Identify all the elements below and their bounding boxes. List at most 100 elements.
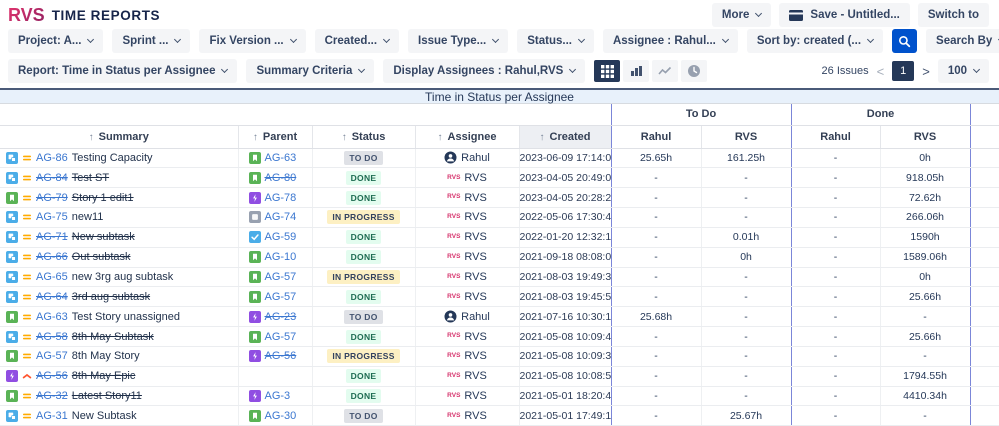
issue-type-filter[interactable]: Issue Type... bbox=[408, 29, 509, 53]
parent-key-link[interactable]: AG-78 bbox=[265, 192, 297, 204]
issue-key-link[interactable]: AG-71 bbox=[36, 231, 68, 243]
issue-key-link[interactable]: AG-31 bbox=[36, 410, 68, 422]
avatar: RVS bbox=[447, 193, 461, 201]
story-icon bbox=[248, 251, 261, 264]
priority-medium-icon bbox=[22, 411, 32, 421]
issue-summary: New subtask bbox=[71, 231, 135, 244]
issue-summary: New Subtask bbox=[71, 409, 137, 422]
search-button[interactable] bbox=[892, 29, 918, 53]
avatar: RVS bbox=[447, 371, 461, 379]
bar-chart-view-button[interactable] bbox=[623, 60, 650, 82]
summary-criteria-selector[interactable]: Summary Criteria bbox=[246, 59, 375, 83]
parent-key-link[interactable]: AG-10 bbox=[265, 251, 297, 263]
priority-medium-icon bbox=[22, 252, 32, 262]
created-date: 2021-05-08 10:09:30 bbox=[518, 346, 612, 367]
parent-key-link[interactable]: AG-3 bbox=[265, 390, 291, 402]
todo-rvs-value: - bbox=[700, 326, 792, 347]
time-view-button[interactable] bbox=[681, 60, 708, 82]
parent-key-link[interactable]: AG-74 bbox=[265, 211, 297, 223]
issue-key-link[interactable]: AG-84 bbox=[36, 172, 68, 184]
sprint-filter[interactable]: Sprint ... bbox=[112, 29, 191, 53]
priority-medium-icon bbox=[22, 232, 32, 242]
issue-key-link[interactable]: AG-75 bbox=[36, 211, 68, 223]
view-toggle-group bbox=[594, 60, 708, 82]
subtask-icon bbox=[6, 270, 18, 283]
column-header-assignee[interactable]: ↑ Assignee bbox=[414, 125, 519, 149]
parent-key-link[interactable]: AG-63 bbox=[265, 152, 297, 164]
line-chart-view-button[interactable] bbox=[652, 60, 679, 82]
column-header-done-rahul: Rahul bbox=[790, 125, 881, 149]
assignee-name: RVS bbox=[464, 231, 487, 244]
grid-view-button[interactable] bbox=[594, 60, 621, 82]
parent-key-link[interactable]: AG-80 bbox=[265, 172, 297, 184]
switch-to-button[interactable]: Switch to bbox=[917, 3, 989, 27]
app-title: Time Reports bbox=[51, 7, 161, 23]
parent-key-link[interactable]: AG-57 bbox=[265, 271, 297, 283]
parent-key-link[interactable]: AG-56 bbox=[265, 350, 297, 362]
filter-bar: Project: A... Sprint ... Fix Version ...… bbox=[0, 28, 999, 58]
chevron-down-icon bbox=[221, 65, 229, 74]
issue-key-link[interactable]: AG-64 bbox=[36, 291, 68, 303]
created-date: 2021-05-08 10:08:57 bbox=[518, 366, 612, 387]
issue-key-link[interactable]: AG-63 bbox=[36, 311, 68, 323]
avatar: RVS bbox=[447, 352, 461, 360]
issue-key-link[interactable]: AG-32 bbox=[36, 390, 68, 402]
column-header-status[interactable]: ↑ Status bbox=[311, 125, 415, 149]
issue-key-link[interactable]: AG-66 bbox=[36, 251, 68, 263]
column-header-parent[interactable]: ↑ Parent bbox=[237, 125, 312, 149]
todo-rahul-value: - bbox=[610, 286, 702, 308]
assignee-name: RVS bbox=[464, 211, 487, 224]
assignee-filter[interactable]: Assignee : Rahul... bbox=[602, 29, 738, 53]
done-rahul-value: - bbox=[790, 405, 881, 426]
subtask-icon bbox=[6, 171, 18, 184]
parent-key-link[interactable]: AG-59 bbox=[265, 231, 297, 243]
status-filter[interactable]: Status... bbox=[517, 29, 594, 53]
sort-by-filter[interactable]: Sort by: created (... bbox=[746, 29, 884, 53]
grid-icon bbox=[600, 64, 614, 78]
status-badge: TO DO bbox=[344, 150, 383, 165]
epic-icon bbox=[248, 191, 261, 204]
todo-rahul-value: - bbox=[610, 167, 702, 189]
done-rahul-value: - bbox=[790, 346, 881, 367]
parent-key-link[interactable]: AG-57 bbox=[265, 331, 297, 343]
chevron-down-icon bbox=[972, 65, 981, 74]
parent-key-link[interactable]: AG-23 bbox=[265, 311, 297, 323]
created-date: 2023-04-05 20:49:09 bbox=[518, 167, 612, 189]
priority-medium-icon bbox=[22, 292, 32, 302]
issue-key-link[interactable]: AG-86 bbox=[36, 152, 68, 164]
chevron-down-icon bbox=[174, 35, 182, 44]
current-page[interactable]: 1 bbox=[892, 61, 915, 81]
priority-medium-icon bbox=[22, 212, 32, 222]
avatar bbox=[444, 151, 457, 164]
issue-key-link[interactable]: AG-79 bbox=[36, 192, 68, 204]
search-by-button[interactable]: Search By bbox=[926, 29, 999, 53]
column-header-summary[interactable]: ↑ Summary bbox=[0, 125, 238, 149]
issue-summary: new11 bbox=[71, 211, 104, 224]
table-row: AG-56 8th May Epic DONE RVS RVS 2021-05-08 10… bbox=[0, 366, 999, 387]
status-badge: DONE bbox=[345, 289, 382, 304]
issue-key-link[interactable]: AG-65 bbox=[36, 271, 68, 283]
prev-page-button[interactable]: < bbox=[877, 64, 885, 79]
save-button[interactable]: Save - Untitled... bbox=[779, 3, 910, 27]
more-button[interactable]: More bbox=[711, 3, 772, 27]
todo-rvs-value: - bbox=[700, 167, 792, 189]
page-size-selector[interactable]: 100 bbox=[937, 59, 989, 83]
line-chart-icon bbox=[658, 65, 672, 77]
created-filter[interactable]: Created... bbox=[314, 29, 400, 53]
column-header-created[interactable]: ↑ Created bbox=[518, 125, 612, 149]
issue-summary: Test ST bbox=[71, 171, 110, 184]
issue-key-link[interactable]: AG-57 bbox=[36, 350, 68, 362]
next-page-button[interactable]: > bbox=[922, 64, 930, 79]
pagination: 26 Issues < 1 > 100 bbox=[822, 59, 989, 83]
done-rahul-value: - bbox=[790, 247, 881, 268]
clock-icon bbox=[687, 64, 701, 78]
fix-version-filter[interactable]: Fix Version ... bbox=[199, 29, 306, 53]
display-assignees-selector[interactable]: Display Assignees : Rahul,RVS bbox=[383, 59, 586, 83]
issue-key-link[interactable]: AG-56 bbox=[36, 370, 68, 382]
parent-key-link[interactable]: AG-30 bbox=[265, 410, 297, 422]
issue-key-link[interactable]: AG-58 bbox=[36, 331, 68, 343]
project-filter[interactable]: Project: A... bbox=[8, 29, 104, 53]
parent-key-link[interactable]: AG-57 bbox=[265, 291, 297, 303]
report-selector[interactable]: Report: Time in Status per Assignee bbox=[8, 59, 238, 83]
table-row: AG-79 Story 1 edit1 AG-78 DONE RVS RVS 2023-04… bbox=[0, 187, 999, 209]
